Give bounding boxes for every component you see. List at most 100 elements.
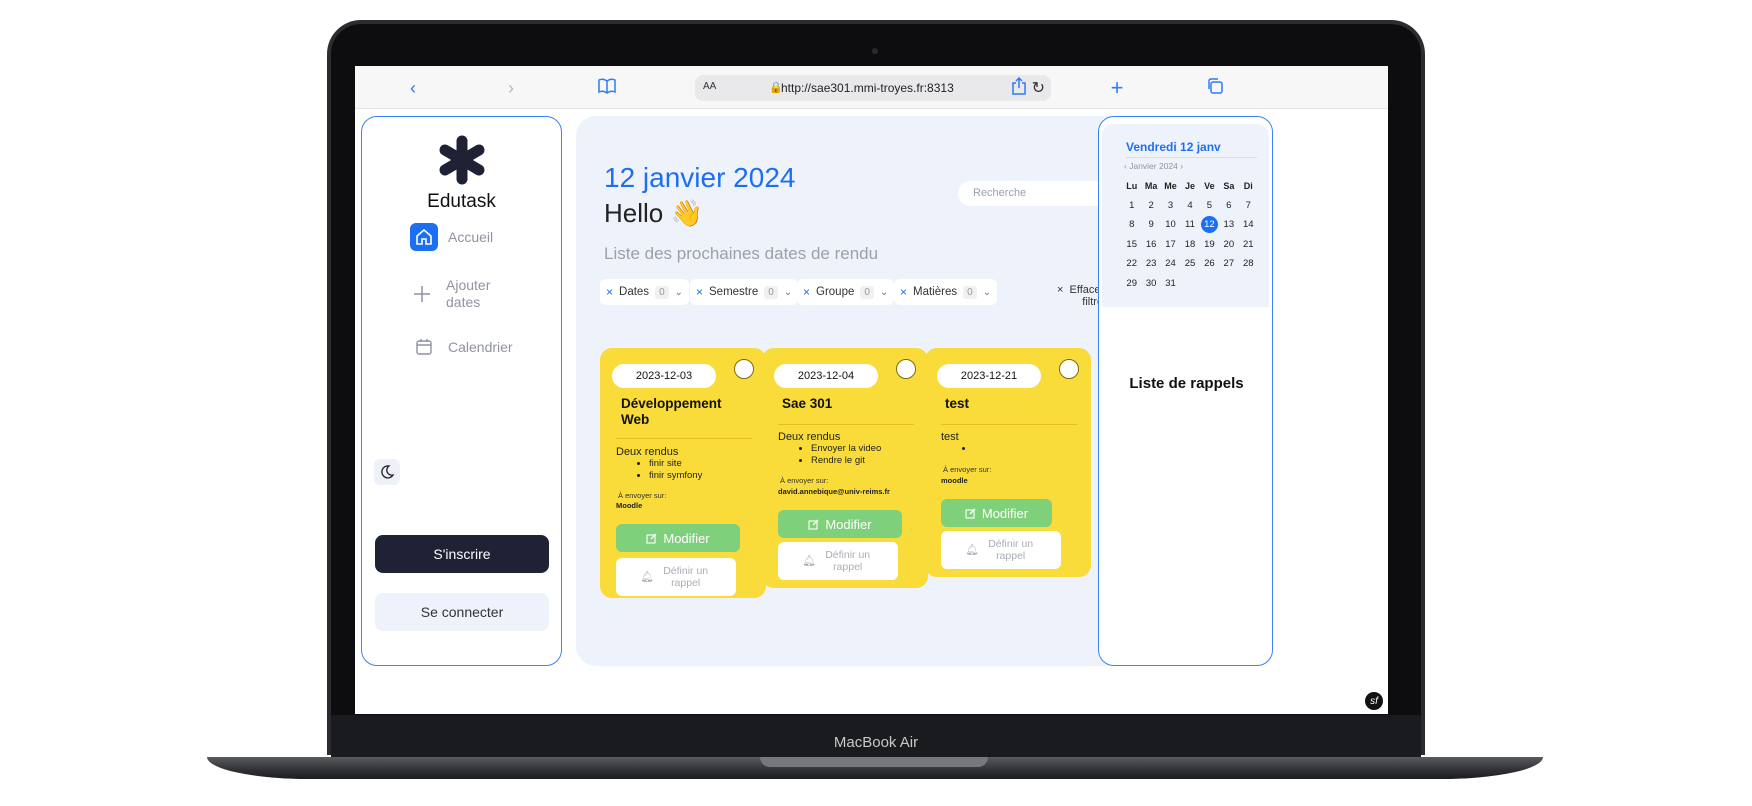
send-destination: Moodle	[616, 501, 643, 510]
send-label: À envoyer sur:	[780, 476, 829, 485]
nav-calendrier[interactable]: Calendrier	[410, 333, 513, 361]
modify-button[interactable]: Modifier	[616, 524, 740, 552]
clear-filter-icon[interactable]: ×	[900, 285, 907, 299]
calendar-day[interactable]: 28	[1239, 258, 1258, 269]
filter-count: 0	[764, 285, 778, 299]
calendar-day[interactable]: 5	[1200, 200, 1219, 211]
calendar-day[interactable]: 19	[1200, 239, 1219, 250]
done-checkbox[interactable]	[734, 359, 754, 379]
calendar-day[interactable]: 24	[1161, 258, 1180, 269]
filter-dates[interactable]: × Dates 0 ⌄	[600, 279, 690, 305]
set-reminder-button[interactable]: 🔔︎ Définir un rappel	[941, 531, 1061, 569]
deadline-card: 2023-12-21 test test À envoyer sur: mood…	[925, 348, 1091, 577]
calendar-day[interactable]: 16	[1141, 239, 1160, 250]
new-tab-icon[interactable]: +	[1106, 77, 1128, 99]
chevron-down-icon[interactable]: ⌄	[983, 287, 991, 298]
chevron-down-icon[interactable]: ⌄	[784, 287, 792, 298]
calendar-day[interactable]: 21	[1239, 239, 1258, 250]
reload-icon[interactable]: ↻	[1032, 78, 1045, 98]
calendar-day[interactable]: 31	[1161, 278, 1180, 289]
calendar-week: 29 30 31	[1122, 274, 1258, 294]
calendar-month-nav[interactable]: ‹ Janvier 2024 ›	[1124, 161, 1183, 171]
clear-filter-icon[interactable]: ×	[803, 285, 810, 299]
calendar-day[interactable]: 6	[1219, 200, 1238, 211]
calendar-day[interactable]: 26	[1200, 258, 1219, 269]
filter-semestre[interactable]: × Semestre 0 ⌄	[690, 279, 799, 305]
laptop-notch	[760, 757, 988, 767]
chevron-down-icon[interactable]: ⌄	[675, 287, 683, 298]
calendar-day[interactable]: 11	[1180, 219, 1199, 230]
chevron-left-icon[interactable]: ‹	[1124, 161, 1127, 171]
symfony-toolbar-icon[interactable]: sf	[1365, 692, 1383, 710]
calendar-day[interactable]: 9	[1141, 219, 1160, 230]
modify-button[interactable]: Modifier	[941, 499, 1052, 527]
nav-ajouter-dates[interactable]: Ajouter dates	[408, 277, 506, 311]
set-reminder-button[interactable]: 🔔︎ Définir un rappel	[778, 542, 898, 580]
today-label: 12	[1200, 216, 1218, 234]
back-icon[interactable]: ‹	[402, 77, 424, 99]
weekday: Ve	[1204, 180, 1215, 191]
tabs-icon[interactable]	[1204, 77, 1226, 99]
calendar-day[interactable]: 7	[1239, 200, 1258, 211]
calendar-day[interactable]: 14	[1239, 219, 1258, 230]
send-destination: david.annebique@univ-reims.fr	[778, 487, 890, 496]
reader-aa-icon[interactable]: AA	[703, 81, 716, 92]
calendar-day[interactable]: 30	[1141, 278, 1160, 289]
calendar-day[interactable]: 8	[1122, 219, 1141, 230]
section-subtitle: Liste des prochaines dates de rendu	[604, 244, 879, 263]
clear-filter-icon[interactable]: ×	[606, 285, 613, 299]
calendar-day[interactable]: 17	[1161, 239, 1180, 250]
calendar-day[interactable]: 29	[1122, 278, 1141, 289]
send-label: À envoyer sur:	[618, 491, 667, 500]
calendar-day[interactable]: 4	[1180, 200, 1199, 211]
filter-matieres[interactable]: × Matières 0 ⌄	[894, 279, 998, 305]
card-items: Envoyer la video Rendre le git	[811, 443, 881, 467]
calendar-day[interactable]: 3	[1161, 200, 1180, 211]
calendar-day[interactable]: 13	[1219, 219, 1238, 230]
weekday: Je	[1184, 180, 1195, 191]
calendar-day[interactable]: 10	[1161, 219, 1180, 230]
calendar-day[interactable]: 23	[1141, 258, 1160, 269]
calendar-day[interactable]: 18	[1180, 239, 1199, 250]
send-label: À envoyer sur:	[943, 465, 992, 474]
calendar-grid: Lu Ma Me Je Ve Sa Di 1 2 3 4 5 6 7 8 9 1…	[1122, 176, 1258, 293]
modify-label: Modifier	[663, 530, 710, 546]
card-body: Deux rendus Envoyer la video Rendre le g…	[778, 431, 881, 467]
calendar-day[interactable]: 25	[1180, 258, 1199, 269]
calendar-day[interactable]: 1	[1122, 200, 1141, 211]
url-text[interactable]: http://sae301.mmi-troyes.fr:8313	[781, 81, 954, 95]
calendar-day[interactable]: 2	[1141, 200, 1160, 211]
edit-icon	[646, 533, 657, 544]
bell-icon: 🔔︎	[802, 555, 816, 567]
calendar-week: 22 23 24 25 26 27 28	[1122, 254, 1258, 274]
calendar-day[interactable]: 27	[1219, 258, 1238, 269]
calendar-day[interactable]: 22	[1122, 258, 1141, 269]
calendar-day[interactable]: 20	[1219, 239, 1238, 250]
clear-filter-icon[interactable]: ×	[696, 285, 703, 299]
forward-icon[interactable]: ›	[500, 77, 522, 99]
bookmarks-icon[interactable]	[596, 77, 618, 99]
send-destination: moodle	[941, 476, 968, 485]
card-body: test	[941, 431, 974, 455]
weekday: Sa	[1223, 180, 1235, 191]
dark-mode-toggle[interactable]	[374, 459, 400, 485]
modify-button[interactable]: Modifier	[778, 510, 902, 538]
card-item: finir site	[649, 458, 702, 470]
calendar-day[interactable]: 15	[1122, 239, 1141, 250]
share-icon[interactable]	[1008, 76, 1030, 99]
calendar-day-today[interactable]: 12	[1200, 216, 1219, 234]
sidebar: Edutask Accueil Ajouter dates Calendrier…	[361, 116, 562, 666]
home-icon	[410, 223, 438, 251]
done-checkbox[interactable]	[1059, 359, 1079, 379]
card-date: 2023-12-21	[937, 364, 1041, 388]
address-bar[interactable]: AA 🔒 http://sae301.mmi-troyes.fr:8313 ↻	[695, 75, 1051, 101]
chevron-right-icon[interactable]: ›	[1180, 161, 1183, 171]
done-checkbox[interactable]	[896, 359, 916, 379]
chevron-down-icon[interactable]: ⌄	[880, 287, 888, 298]
filter-groupe[interactable]: × Groupe 0 ⌄	[797, 279, 895, 305]
nav-accueil[interactable]: Accueil	[410, 223, 493, 251]
reminders-title: Liste de rappels	[1129, 375, 1244, 392]
signup-button[interactable]: S'inscrire	[375, 535, 549, 573]
set-reminder-button[interactable]: 🔔︎ Définir un rappel	[616, 558, 736, 596]
login-button[interactable]: Se connecter	[375, 593, 549, 631]
